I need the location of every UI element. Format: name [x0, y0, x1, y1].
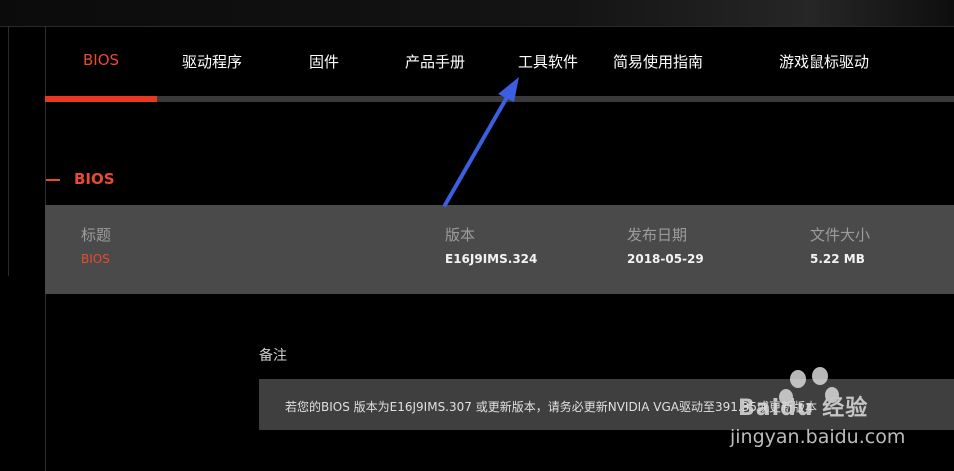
header-title: 标题 — [81, 226, 112, 244]
watermark-url: jingyan.baidu.com — [730, 426, 906, 448]
tab-strip: BIOS 驱动程序 固件 产品手册 工具软件 简易使用指南 游戏鼠标驱动 — [45, 26, 954, 96]
header-version: 版本 — [445, 226, 476, 244]
tab-active-indicator — [45, 96, 157, 102]
top-band — [0, 0, 954, 27]
tab-manual[interactable]: 产品手册 — [405, 51, 465, 72]
page: BIOS 驱动程序 固件 产品手册 工具软件 简易使用指南 游戏鼠标驱动 BIO… — [0, 0, 954, 471]
row-version: E16J9IMS.324 — [445, 252, 538, 266]
tab-utility[interactable]: 工具软件 — [518, 51, 578, 72]
row-title-link[interactable]: BIOS — [81, 252, 110, 266]
tab-drivers[interactable]: 驱动程序 — [182, 51, 242, 72]
tab-mouse-driver[interactable]: 游戏鼠标驱动 — [779, 51, 869, 72]
tab-indicator-track — [45, 96, 954, 102]
section-header[interactable]: BIOS — [46, 170, 115, 190]
download-row-panel: 标题 版本 发布日期 文件大小 BIOS E16J9IMS.324 2018-0… — [45, 205, 954, 294]
tab-firmware[interactable]: 固件 — [309, 51, 339, 72]
baidu-watermark: Baidu 经验 jingyan.baidu.com — [728, 365, 948, 455]
row-date: 2018-05-29 — [627, 252, 704, 266]
watermark-brand: Baidu 经验 — [738, 396, 869, 421]
notes-label: 备注 — [259, 348, 287, 364]
header-date: 发布日期 — [627, 226, 688, 244]
left-rail — [0, 26, 9, 276]
section-title: BIOS — [74, 170, 115, 188]
tab-quick-guide[interactable]: 简易使用指南 — [613, 51, 703, 72]
row-size: 5.22 MB — [810, 252, 865, 266]
minus-icon[interactable] — [46, 178, 60, 181]
tab-bios[interactable]: BIOS — [83, 51, 119, 69]
header-size: 文件大小 — [810, 226, 871, 244]
